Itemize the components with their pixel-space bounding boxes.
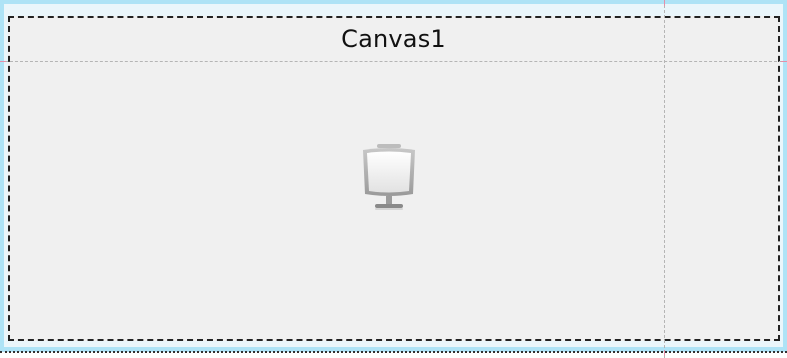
guide-marker-top: [664, 0, 665, 6]
guide-marker-right: [781, 61, 787, 62]
canvas-title: Canvas1: [341, 25, 446, 53]
monitor-icon: [357, 142, 421, 214]
canvas-bottom-boundary: [0, 351, 787, 353]
guide-marker-left: [0, 61, 6, 62]
designer-stage: Canvas1: [0, 0, 787, 358]
horizontal-guide-line: [0, 61, 787, 62]
